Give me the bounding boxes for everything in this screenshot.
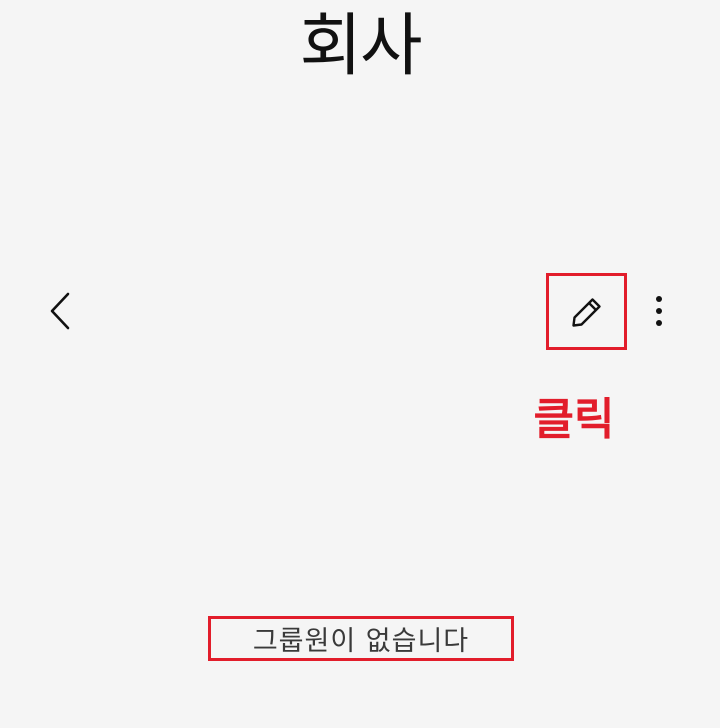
more-options-button[interactable] (640, 286, 678, 336)
page-title: 회사 (299, 7, 422, 86)
back-button[interactable] (38, 284, 82, 338)
empty-members-message: 그룹원이 없습니다 (208, 616, 514, 661)
click-annotation-label: 클릭 (533, 394, 615, 445)
more-vertical-icon (656, 296, 662, 326)
edit-button[interactable] (546, 273, 627, 350)
pencil-icon (571, 297, 601, 327)
empty-members-text: 그룹원이 없습니다 (252, 626, 470, 657)
chevron-left-icon (50, 292, 70, 330)
